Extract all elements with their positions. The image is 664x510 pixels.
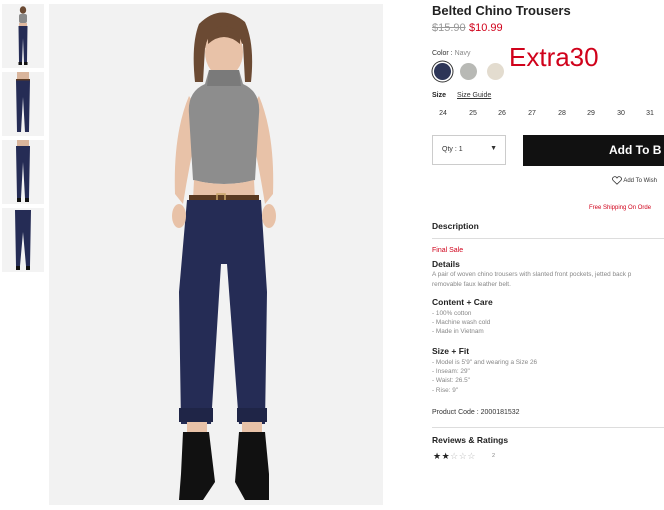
- sale-price: $10.99: [469, 22, 503, 34]
- product-code: Product Code : 2000181532: [432, 409, 520, 416]
- size-label: Size: [432, 92, 447, 99]
- caret-down-icon: ▼: [490, 145, 497, 152]
- list-item: - Inseam: 29": [432, 368, 470, 376]
- size-option-27[interactable]: 27: [522, 110, 542, 117]
- selected-color: Navy: [454, 50, 471, 57]
- swatch-cream[interactable]: [487, 63, 504, 80]
- swatch-gray[interactable]: [460, 63, 477, 80]
- size-option-26[interactable]: 26: [492, 110, 512, 117]
- size-option-28[interactable]: 28: [552, 110, 572, 117]
- thumbnail-3[interactable]: [2, 140, 44, 204]
- promo-code-text: Extra30: [509, 42, 599, 72]
- main-product-image[interactable]: [49, 4, 383, 505]
- product-title: Belted Chino Trousers: [432, 3, 571, 18]
- list-item: - Rise: 9": [432, 386, 459, 394]
- list-item: - 100% cotton: [432, 310, 472, 317]
- color-label: Color : Navy: [432, 50, 471, 57]
- star-filled-icon: ★: [441, 451, 451, 461]
- thumbnail-image: [2, 4, 44, 68]
- thumbnail-image: [2, 72, 44, 136]
- add-to-bag-label: Add To B: [609, 143, 662, 157]
- thumbnail-image: [2, 208, 44, 272]
- thumbnail-4[interactable]: [2, 208, 44, 272]
- list-item: - Waist: 26.5": [432, 377, 470, 385]
- original-price: $15.90: [432, 22, 466, 34]
- swatch-navy[interactable]: [434, 63, 451, 80]
- model-illustration: [49, 4, 383, 505]
- review-count: 2: [492, 453, 496, 459]
- add-to-bag-button[interactable]: Add To B: [523, 135, 664, 166]
- size-fit-list: - Model is 5'9" and wearing a Size 26 - …: [432, 358, 537, 395]
- free-shipping-notice: Free Shipping On Orde: [589, 205, 652, 211]
- quantity-select[interactable]: Qty : 1 ▼: [432, 135, 506, 165]
- size-fit-heading: Size + Fit: [432, 346, 470, 356]
- details-text: A pair of woven chino trousers with slan…: [432, 270, 664, 290]
- divider: [432, 427, 664, 428]
- size-guide-link[interactable]: Size Guide: [457, 92, 491, 99]
- divider: [432, 238, 664, 239]
- content-care-heading: Content + Care: [432, 297, 493, 307]
- add-to-wishlist-link[interactable]: Add To Wish: [612, 176, 657, 185]
- details-line: A pair of woven chino trousers with slan…: [432, 271, 632, 278]
- final-sale-label: Final Sale: [432, 247, 464, 254]
- description-heading: Description: [432, 221, 479, 231]
- list-item: - Machine wash cold: [432, 319, 491, 327]
- size-option-30[interactable]: 30: [611, 110, 631, 117]
- list-item: - Made in Vietnam: [432, 328, 484, 336]
- list-item: - Model is 5'9" and wearing a Size 26: [432, 359, 538, 366]
- thumbnail-image: [2, 140, 44, 204]
- size-option-24[interactable]: 24: [433, 110, 453, 117]
- details-line: removable faux leather belt.: [432, 281, 511, 288]
- wishlist-label: Add To Wish: [623, 178, 657, 185]
- details-heading: Details: [432, 259, 460, 269]
- star-filled-icon: ★: [433, 451, 442, 461]
- heart-icon: [612, 176, 622, 185]
- content-care-list: - 100% cotton - Machine wash cold - Made…: [432, 309, 490, 337]
- thumbnail-1[interactable]: [2, 4, 44, 68]
- star-empty-icon: ☆: [450, 451, 459, 461]
- color-label-text: Color :: [432, 50, 453, 57]
- star-rating[interactable]: ★★☆☆☆: [433, 451, 476, 462]
- thumbnail-2[interactable]: [2, 72, 44, 136]
- quantity-value: Qty : 1: [442, 146, 463, 153]
- size-option-25[interactable]: 25: [463, 110, 483, 117]
- reviews-heading: Reviews & Ratings: [432, 435, 509, 445]
- size-option-31[interactable]: 31: [640, 110, 660, 117]
- star-empty-icon: ☆: [467, 451, 476, 461]
- size-option-29[interactable]: 29: [581, 110, 601, 117]
